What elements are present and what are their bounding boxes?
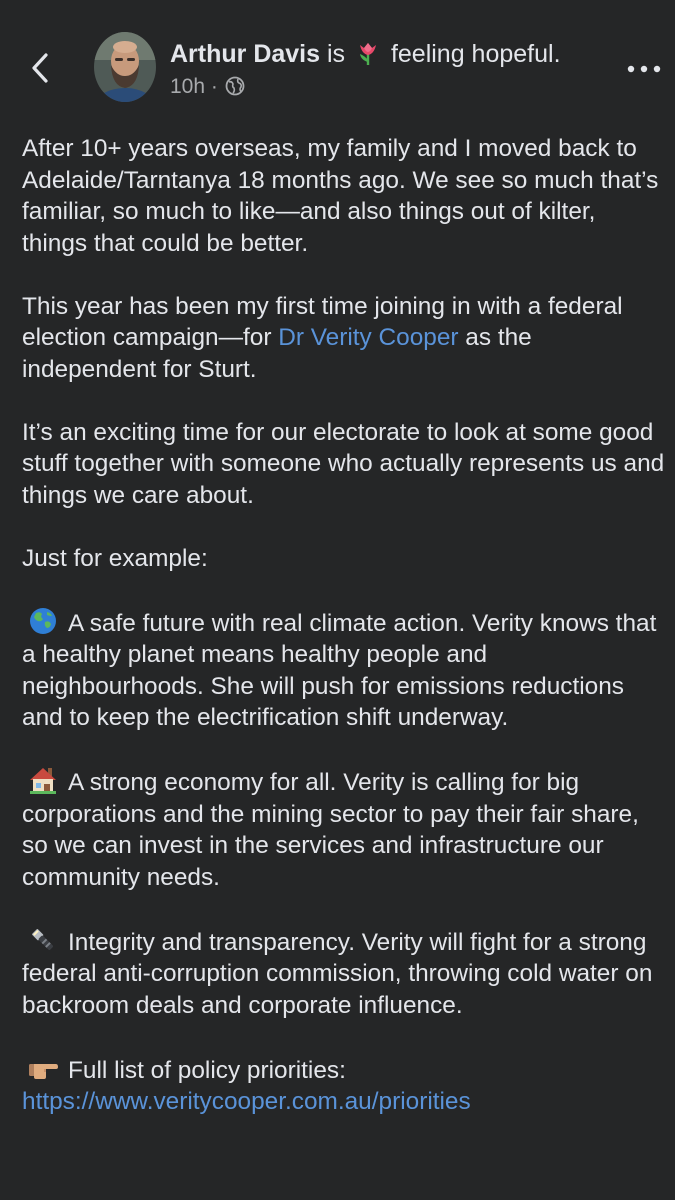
post-meta: 10h · <box>170 74 246 100</box>
pointing-hand-icon <box>28 1053 58 1083</box>
policy-item-economy: A strong economy for all. Verity is call… <box>22 765 667 893</box>
is-word: is <box>320 40 352 68</box>
policy-item-integrity-text: Integrity and transparency. Verity will … <box>22 928 653 1019</box>
author-name[interactable]: Arthur Davis <box>170 40 320 68</box>
priorities-text: Full list of policy priorities: <box>68 1056 346 1084</box>
post-paragraph-intro: After 10+ years overseas, my family and … <box>22 135 659 257</box>
post-header: Arthur Davis is feeling hopeful. 10h · <box>0 0 675 120</box>
post-paragraph-example-intro: Just for example: <box>22 544 208 572</box>
policy-item-economy-text: A strong economy for all. Verity is call… <box>22 769 639 891</box>
priorities-link[interactable]: https://www.veritycooper.com.au/prioriti… <box>22 1088 471 1115</box>
avatar-image <box>94 32 156 102</box>
policy-item-climate: A safe future with real climate action. … <box>22 606 667 734</box>
globe-asia-icon <box>28 606 58 636</box>
candidate-link[interactable]: Dr Verity Cooper <box>278 324 458 351</box>
post-paragraph-electorate: It’s an exciting time for our electorate… <box>22 418 665 509</box>
post-body: After 10+ years overseas, my family and … <box>22 133 667 1149</box>
back-button[interactable] <box>22 46 62 90</box>
flashlight-icon <box>28 925 58 955</box>
post-paragraph-campaign: This year has been my first time joining… <box>22 291 667 386</box>
avatar[interactable] <box>94 32 156 102</box>
tulip-icon <box>355 40 381 66</box>
house-icon <box>28 765 58 795</box>
feeling-text[interactable]: feeling hopeful. <box>384 40 561 68</box>
more-horizontal-icon <box>627 65 661 73</box>
meta-separator: · <box>205 75 224 98</box>
policy-item-integrity: Integrity and transparency. Verity will … <box>22 925 667 1022</box>
post-time[interactable]: 10h <box>170 75 205 98</box>
author-line: Arthur Davis is feeling hopeful. <box>170 38 561 70</box>
policy-item-priorities: Full list of policy priorities: https://… <box>22 1053 667 1118</box>
chevron-left-icon <box>32 53 48 83</box>
policy-item-climate-text: A safe future with real climate action. … <box>22 609 657 732</box>
more-options-button[interactable] <box>622 56 666 82</box>
globe-icon <box>224 75 246 97</box>
